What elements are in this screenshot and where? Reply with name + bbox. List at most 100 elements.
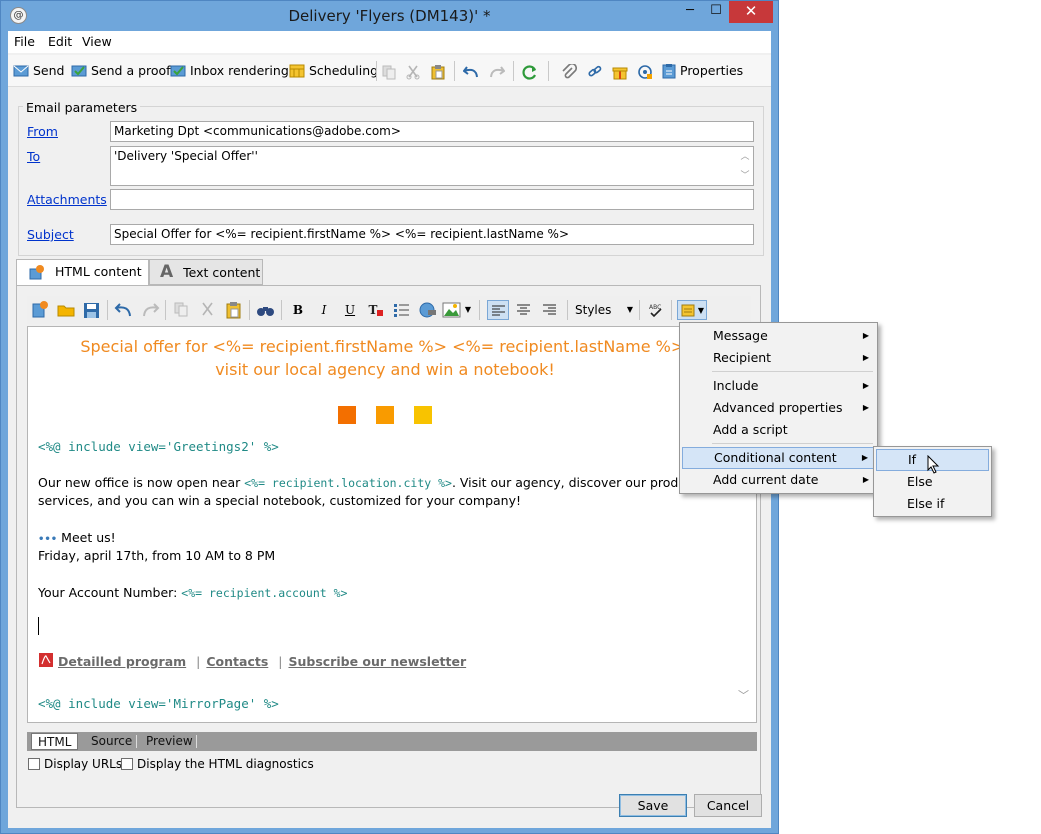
to-value: 'Delivery 'Special Offer''	[114, 149, 258, 163]
menu-item-message[interactable]: Message ▶	[682, 325, 875, 347]
view-tabs: HTML Source Preview	[27, 732, 757, 751]
italic-icon[interactable]: I	[313, 300, 335, 320]
menu-item-advanced-label: Advanced properties	[713, 400, 843, 415]
detailed-program-link[interactable]: Detailled program	[58, 654, 186, 669]
newsletter-link[interactable]: Subscribe our newsletter	[288, 654, 466, 669]
envelope-icon	[13, 65, 29, 76]
toolbar-separator	[376, 61, 377, 81]
cancel-button[interactable]: Cancel	[694, 794, 762, 817]
copy-icon[interactable]	[171, 300, 193, 320]
editor-toolbar-separator	[165, 300, 166, 320]
menu-item-advanced[interactable]: Advanced properties ▶	[682, 397, 875, 419]
minimize-button[interactable]: ─	[678, 1, 702, 23]
align-left-icon[interactable]	[487, 300, 509, 320]
submenu-item-else-if[interactable]: Else if	[876, 493, 989, 515]
send-button[interactable]: Send	[13, 62, 64, 82]
scroll-down-icon[interactable]: ﹀	[738, 168, 752, 181]
scroll-up-icon[interactable]: ︿	[738, 149, 752, 162]
to-link[interactable]: To	[27, 149, 40, 164]
spellcheck-icon[interactable]: ABC	[645, 300, 667, 320]
properties-button[interactable]: Properties	[662, 62, 743, 82]
menu-item-include[interactable]: Include ▶	[682, 375, 875, 397]
styles-dropdown[interactable]: Styles ▼	[573, 300, 635, 320]
inbox-icon	[170, 65, 186, 76]
subject-field[interactable]: Special Offer for <%= recipient.firstNam…	[110, 224, 754, 245]
display-urls-checkbox[interactable]	[28, 758, 40, 770]
bullet-list-icon[interactable]	[391, 300, 413, 320]
link-icon[interactable]	[587, 64, 603, 80]
target-icon[interactable]	[637, 64, 653, 80]
menu-edit[interactable]: Edit	[48, 34, 72, 49]
view-tab-html[interactable]: HTML	[31, 733, 79, 750]
city-field: <%= recipient.location.city %>	[244, 476, 452, 490]
cut-icon[interactable]	[406, 65, 420, 80]
html-editor[interactable]: Special offer for <%= recipient.firstNam…	[27, 326, 757, 723]
view-tab-separator	[196, 735, 197, 748]
contacts-link[interactable]: Contacts	[206, 654, 268, 669]
account-field: <%= recipient.account %>	[181, 586, 348, 600]
submenu-arrow-icon: ▶	[862, 475, 869, 484]
hyperlink-icon[interactable]	[417, 300, 439, 320]
menu-item-recipient[interactable]: Recipient ▶	[682, 347, 875, 369]
display-html-diag-option[interactable]: Display the HTML diagnostics	[121, 757, 314, 771]
display-html-diag-checkbox[interactable]	[121, 758, 133, 770]
scheduling-button[interactable]: Scheduling	[289, 62, 378, 82]
attachments-field[interactable]	[110, 189, 754, 210]
text-color-icon[interactable]: T	[365, 300, 387, 320]
headline-line-1: Special offer for <%= recipient.firstNam…	[80, 337, 690, 356]
find-icon[interactable]	[255, 300, 277, 320]
editor-scroll-down-icon[interactable]: ﹀	[738, 687, 749, 703]
menu-item-include-label: Include	[713, 378, 759, 393]
gift-icon[interactable]	[612, 64, 628, 80]
paperclip-icon[interactable]	[561, 64, 577, 80]
paste-icon[interactable]	[223, 300, 245, 320]
html-content-panel: B I U T ▼ Styles ▼ ABC ▼ Special offer f…	[16, 285, 761, 808]
clipboard-icon	[662, 63, 676, 78]
menu-item-add-script[interactable]: Add a script	[682, 419, 875, 441]
undo-icon[interactable]	[113, 300, 135, 320]
cut-icon[interactable]	[197, 300, 219, 320]
refresh-icon[interactable]	[522, 64, 538, 80]
inbox-rendering-button[interactable]: Inbox rendering	[170, 62, 289, 82]
bold-icon[interactable]: B	[287, 300, 309, 320]
from-link[interactable]: From	[27, 124, 58, 139]
copy-icon[interactable]	[382, 65, 396, 80]
to-scrollbar[interactable]: ︿ ﹀	[738, 148, 752, 184]
tab-text-content[interactable]: A Text content	[149, 259, 263, 285]
align-center-icon[interactable]	[513, 300, 535, 320]
image-icon[interactable]	[441, 300, 463, 320]
save-button[interactable]: Save	[619, 794, 687, 817]
view-tab-source[interactable]: Source	[85, 733, 138, 750]
menu-file[interactable]: File	[14, 34, 35, 49]
to-field[interactable]: 'Delivery 'Special Offer'' ︿ ﹀	[110, 146, 754, 186]
menu-item-date[interactable]: Add current date ▶	[682, 469, 875, 491]
align-right-icon[interactable]	[539, 300, 561, 320]
undo-icon[interactable]	[463, 64, 479, 79]
display-urls-option[interactable]: Display URLs	[28, 757, 122, 771]
title-bar[interactable]: @ Delivery 'Flyers (DM143)' * ─ ☐ ✕	[1, 1, 778, 31]
tab-html-content[interactable]: HTML content	[16, 259, 149, 286]
paste-icon[interactable]	[431, 64, 445, 80]
menu-view[interactable]: View	[82, 34, 112, 49]
send-proof-button[interactable]: Send a proof	[71, 62, 171, 82]
maximize-button[interactable]: ☐	[704, 1, 728, 23]
menu-item-recipient-label: Recipient	[713, 350, 772, 365]
menu-item-conditional-label: Conditional content	[714, 450, 837, 465]
personalization-button[interactable]: ▼	[677, 300, 707, 320]
underline-icon[interactable]: U	[339, 300, 361, 320]
image-dropdown-icon[interactable]: ▼	[463, 300, 473, 320]
toolbar-separator	[513, 61, 514, 81]
redo-icon[interactable]	[489, 64, 505, 79]
open-folder-icon[interactable]	[55, 300, 77, 320]
save-icon[interactable]	[81, 300, 103, 320]
new-icon[interactable]	[29, 300, 51, 320]
menu-item-conditional[interactable]: Conditional content ▶	[682, 447, 875, 469]
view-tab-preview[interactable]: Preview	[140, 733, 199, 750]
account-label: Your Account Number:	[38, 585, 182, 600]
redo-icon[interactable]	[139, 300, 161, 320]
event-date: Friday, april 17th, from 10 AM to 8 PM	[38, 548, 276, 563]
subject-link[interactable]: Subject	[27, 227, 74, 242]
from-field[interactable]: Marketing Dpt <communications@adobe.com>	[110, 121, 754, 142]
close-button[interactable]: ✕	[729, 1, 773, 23]
attachments-link[interactable]: Attachments	[27, 192, 107, 207]
